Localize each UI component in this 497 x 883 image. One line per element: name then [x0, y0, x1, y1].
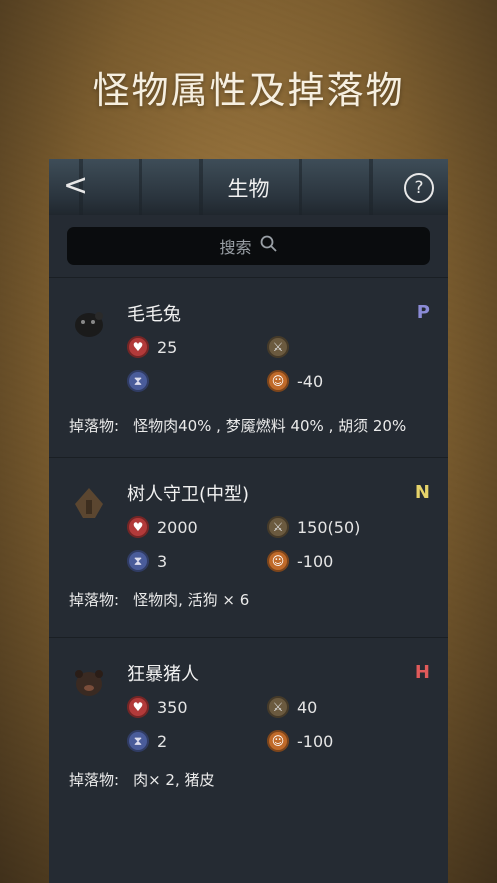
heart-icon: ♥ — [127, 336, 149, 358]
app-screen: < 生物 ? 搜索 毛毛兔 P ♥ 25 ⚔ ⧗ ☺ -40 掉落物: 怪物肉40% … — [49, 159, 448, 883]
drops-row: 掉落物: 怪物肉40% , 梦魇燃料 40% , 胡须 20% — [69, 416, 418, 437]
sword-icon: ⚔ — [267, 696, 289, 718]
attack-stat: ⚔ 150(50) — [267, 516, 360, 538]
brain-icon: ☺ — [267, 730, 289, 752]
drops-row: 掉落物: 肉× 2, 猪皮 — [69, 770, 418, 791]
attack-stat: ⚔ — [267, 336, 297, 358]
creature-name: 毛毛兔 — [127, 304, 181, 325]
nav-title: 生物 — [227, 177, 270, 201]
search-icon — [260, 235, 278, 257]
creature-card[interactable]: 树人守卫(中型) N ♥ 2000 ⚔ 150(50) ⧗ 3 ☺ -100 掉落物: 怪… — [49, 457, 448, 637]
hourglass-icon: ⧗ — [127, 370, 149, 392]
drops-row: 掉落物: 怪物肉, 活狗 × 6 — [69, 590, 418, 611]
sanity-stat: ☺ -40 — [267, 370, 323, 392]
creature-thumbnail — [69, 306, 109, 340]
health-stat: ♥ 350 — [127, 696, 188, 718]
health-stat: ♥ 25 — [127, 336, 177, 358]
sanity-stat: ☺ -100 — [267, 550, 333, 572]
hourglass-icon: ⧗ — [127, 550, 149, 572]
nav-bar: < 生物 ? — [49, 159, 448, 215]
health-value: 25 — [157, 337, 178, 357]
drops-value: 怪物肉40% , 梦魇燃料 40% , 胡须 20% — [133, 417, 407, 435]
drops-label: 掉落物: — [69, 417, 120, 435]
sanity-stat: ☺ -100 — [267, 730, 333, 752]
health-value: 2000 — [157, 517, 198, 537]
search-placeholder: 搜索 — [219, 238, 252, 257]
brain-icon: ☺ — [267, 550, 289, 572]
brain-icon: ☺ — [267, 370, 289, 392]
health-stat: ♥ 2000 — [127, 516, 198, 538]
page-headline: 怪物属性及掉落物 — [92, 69, 405, 112]
creature-name: 狂暴猪人 — [127, 664, 199, 685]
heart-icon: ♥ — [127, 696, 149, 718]
creature-tier-badge: N — [414, 482, 430, 503]
health-value: 350 — [157, 697, 188, 717]
creature-tier-badge: H — [414, 662, 430, 683]
speed-value: 3 — [157, 551, 168, 571]
sanity-value: -40 — [297, 371, 324, 391]
heart-icon: ♥ — [127, 516, 149, 538]
sanity-value: -100 — [297, 551, 334, 571]
attack-value: 40 — [297, 697, 318, 717]
sanity-value: -100 — [297, 731, 334, 751]
speed-stat: ⧗ 2 — [127, 730, 167, 752]
hourglass-icon: ⧗ — [127, 730, 149, 752]
drops-value: 怪物肉, 活狗 × 6 — [133, 591, 250, 609]
help-icon[interactable]: ? — [404, 173, 434, 203]
creature-thumbnail — [69, 486, 109, 520]
creature-card[interactable]: 毛毛兔 P ♥ 25 ⚔ ⧗ ☺ -40 掉落物: 怪物肉40% , 梦魇燃料 40%… — [49, 277, 448, 457]
speed-stat: ⧗ 3 — [127, 550, 167, 572]
drops-value: 肉× 2, 猪皮 — [133, 771, 215, 789]
search-input[interactable]: 搜索 — [67, 227, 430, 265]
speed-value: 2 — [157, 731, 168, 751]
drops-label: 掉落物: — [69, 591, 120, 609]
search-bar-container: 搜索 — [49, 215, 448, 277]
sword-icon: ⚔ — [267, 336, 289, 358]
creature-card[interactable]: 狂暴猪人 H ♥ 350 ⚔ 40 ⧗ 2 ☺ -100 掉落物: 肉× 2, 猪皮 — [49, 637, 448, 817]
creature-thumbnail — [69, 666, 109, 700]
creature-name: 树人守卫(中型) — [127, 484, 250, 505]
creature-tier-badge: P — [416, 302, 430, 323]
attack-value: 150(50) — [297, 517, 361, 537]
speed-stat: ⧗ — [127, 370, 157, 392]
drops-label: 掉落物: — [69, 771, 120, 789]
attack-stat: ⚔ 40 — [267, 696, 317, 718]
sword-icon: ⚔ — [267, 516, 289, 538]
